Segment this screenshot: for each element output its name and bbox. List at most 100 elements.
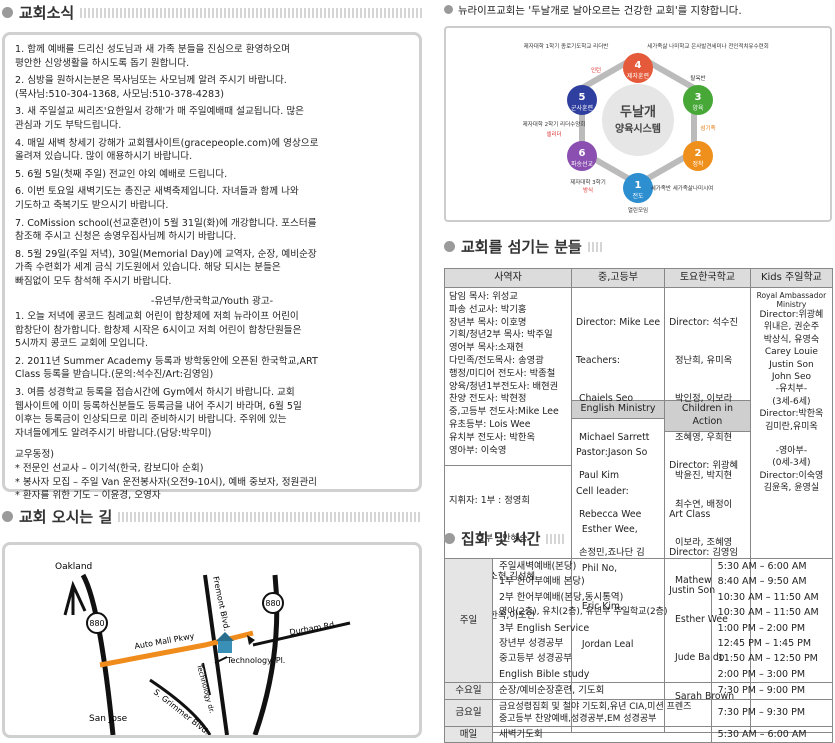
text-item: 최수연, 배정이 [669, 498, 733, 510]
text-item: 김윤옥, 윤영실 [763, 483, 820, 494]
prayer-heading: 교우동정) [15, 449, 55, 461]
text-item: -영아부- [775, 446, 808, 457]
note-mid-left: 제자대학 2학기 리더수양회 [523, 120, 586, 128]
text-item: 파송선교 [571, 160, 594, 168]
text-item: 11:50 AM – 12:50 PM [710, 651, 834, 667]
note-top-right: 세가족삶 나미학교 은사발견세미나 전인적치유수련회 [647, 42, 769, 50]
text-item: 양육 [692, 104, 704, 112]
title-divider [587, 241, 602, 252]
oakland-label: Oakland [55, 562, 92, 572]
text-item: 다민족/전도목사: 송영광 [449, 354, 544, 366]
youth-heading: -유년부/한국학교/Youth 광고- [150, 295, 274, 307]
text-item: 8:40 AM – 9:50 AM [710, 574, 834, 590]
text-item: 4 [635, 60, 642, 71]
text-item: Teachers: [576, 354, 621, 366]
text-item: Director: 위광혜 [669, 460, 738, 472]
text-item: 파송 선교사: 박기홍 [449, 303, 527, 315]
discipleship-diagram: 두날개 양육시스템 4 제자훈련 3 양육 2 정착 1 전도 6 파송선교 5… [523, 42, 769, 214]
col-header: Kids 주일학교 [749, 268, 834, 288]
english-ministry-header: English Ministry [572, 400, 665, 419]
text-item: 새벽기도회 [492, 725, 712, 743]
title-divider [118, 511, 422, 522]
text-item: 장년부 성경공부 [492, 636, 712, 652]
text-item: 2 [695, 148, 702, 159]
center-circle [602, 84, 674, 156]
text-item: 5:30 AM – 6:00 AM [710, 725, 834, 743]
grimmer-label: S. Grimmer Blvd. [152, 687, 211, 735]
news-list: 1. 함께 예배를 드리신 성도님과 새 가족 분들을 진심으로 환영하오며 평… [15, 43, 409, 289]
schedule-row: 중고등부 성경공부 11:50 AM – 12:50 PM [445, 651, 834, 667]
schedule-row: 영아(2층), 유치(2층), 유년부 주일학교(2층) 10:30 AM – 1… [445, 605, 834, 621]
text-item: Carey Louie [764, 347, 818, 358]
schedule-table: 주일 주일새벽예배(본당) 5:30 AM – 6:00 AM 1부 한어부예배… [444, 557, 834, 743]
text-item: Cell leader: [576, 485, 629, 497]
news-box: 1. 함께 예배를 드리신 성도님과 새 가족 분들을 진심으로 환영하오며 평… [2, 32, 422, 501]
node-5: 5 군사훈련 [567, 85, 597, 115]
schedule-row: 금요일 금요성령집회 및 철야 기도회,유년 CIA,미션 프렌즈 중고등부 찬… [444, 698, 834, 727]
text-item: 10:30 AM – 11:50 AM [710, 605, 834, 621]
news-item: 3. 새 주일설교 씨리즈'요한일서 강해'가 매 주일예배때 설교됩니다. 많… [15, 106, 305, 131]
text-item: 금요성령집회 및 철야 기도회,유년 CIA,미션 프렌즈 중고등부 찬양예배,… [492, 698, 712, 727]
note-bot-left: 제자대학 3학기 [570, 178, 606, 186]
text-item: Director: Mike Lee [576, 316, 661, 328]
text-item: 10:30 AM – 11:50 AM [710, 589, 834, 606]
shield-label: 880 [265, 599, 280, 608]
text-item: (0세-3세) [772, 458, 811, 469]
news-section-title: 교회소식 [2, 2, 422, 23]
note-top-right-tag: 탈옥반 [690, 74, 705, 82]
bullet-icon [2, 511, 13, 522]
servers-title: 교회를 섬기는 분들 [461, 238, 582, 256]
note-bot-right: 세가족반 세가족삶나미시여 [651, 184, 713, 192]
text-item: English Bible study [492, 666, 712, 684]
news-item: 6. 이번 토요일 새벽기도는 총진군 새벽축제입니다. 자녀들과 함께 나와 … [15, 186, 299, 211]
text-item: John Seo [771, 372, 811, 383]
title-divider [80, 7, 422, 18]
durham-label: Durham Rd [289, 620, 335, 637]
text-item: 2부 한어부예배(본당,동시통역) [492, 589, 712, 606]
text-item: 지휘자: 1부 : 정영희 [449, 494, 530, 506]
bullet-icon [2, 7, 13, 18]
map-box: 880 880 Oakland Fremont Blvd. Durham Rd … [2, 542, 422, 738]
text-item: 제자훈련 [627, 72, 649, 80]
text-item: 5:30 AM – 6:00 AM [710, 558, 834, 575]
sanjose-label: San Jose [89, 714, 128, 724]
text-item: Pastor:Jason So [576, 447, 648, 459]
text-item: Justin Son [769, 359, 814, 370]
schedule-row: 수요일 순장/예비순장훈련, 기도회 7:30 PM – 9:00 PM [444, 682, 834, 700]
text-item: 양육/청년1부전도사: 배현권 [449, 380, 559, 392]
vision-text: 뉴라이프교회는 '두날개로 날아오르는 건강한 교회'를 지향합니다. [458, 5, 742, 17]
vision-line: 뉴라이프교회는 '두날개로 날아오르는 건강한 교회'를 지향합니다. [444, 2, 834, 17]
schedule-row: 1부 한어부예배 본당) 8:40 AM – 9:50 AM [445, 574, 834, 590]
servers-section-title: 교회를 섬기는 분들 [444, 236, 834, 257]
schedule-row: 주일 주일새벽예배(본당) 5:30 AM – 6:00 AM [444, 557, 834, 684]
map-title: 교회 오시는 길 [19, 508, 113, 526]
text-item: 중고등부 성경공부 [492, 651, 712, 667]
col-header: 중,고등부 [570, 268, 666, 288]
text-item: 담임 목사: 위성교 [449, 291, 518, 302]
note-mid-left-tag: 셀리더 [546, 130, 561, 138]
text-item: 5 [579, 92, 586, 103]
schedule-row: English Bible study 2:00 PM – 3:00 PM [445, 666, 834, 684]
note-bot-left-tag: 방식 [583, 186, 593, 194]
text-item: 박상식, 유영숙 [763, 334, 820, 345]
news-title: 교회소식 [19, 4, 75, 22]
text-item: 7:30 PM – 9:00 PM [710, 682, 834, 700]
text-item: 영어부 목사:소재현 [449, 342, 524, 354]
schedule-section-title: 집회 및 시간 [444, 528, 834, 549]
korean-school-list: Director: 석수진 정난희, 유미옥 박인정, 이보라 조혜영, 우희현… [665, 288, 750, 597]
bullet-icon [444, 5, 453, 14]
text-item: -유치부- [775, 384, 808, 395]
news-item: 8. 5월 29일(주일 저녁), 30일(Memorial Day)에 교역자… [15, 248, 317, 287]
news-item: 4. 매일 새벽 창세기 강해가 교회웹사이트(gracepeople.com)… [15, 137, 319, 163]
text-item: (3세-6세) [772, 396, 811, 407]
center-line1: 두날개 [620, 105, 656, 120]
text-item: 위내은, 권순주 [763, 322, 820, 333]
text-item: 영아(2층), 유치(2층), 유년부 주일학교(2층) [492, 605, 712, 621]
text-item: 정착 [692, 160, 704, 168]
text-item: Royal Ambassador Ministry [756, 291, 827, 309]
note-mid-right-tag: 섬기족 [700, 124, 715, 132]
fremont-label: Fremont Blvd. [211, 576, 231, 632]
technology-dr-label: Technology dr. [195, 662, 216, 714]
text-item: 7:30 PM – 9:30 PM [710, 698, 834, 727]
text-item: 기획/청년2부 목사: 박주일 [449, 329, 553, 341]
